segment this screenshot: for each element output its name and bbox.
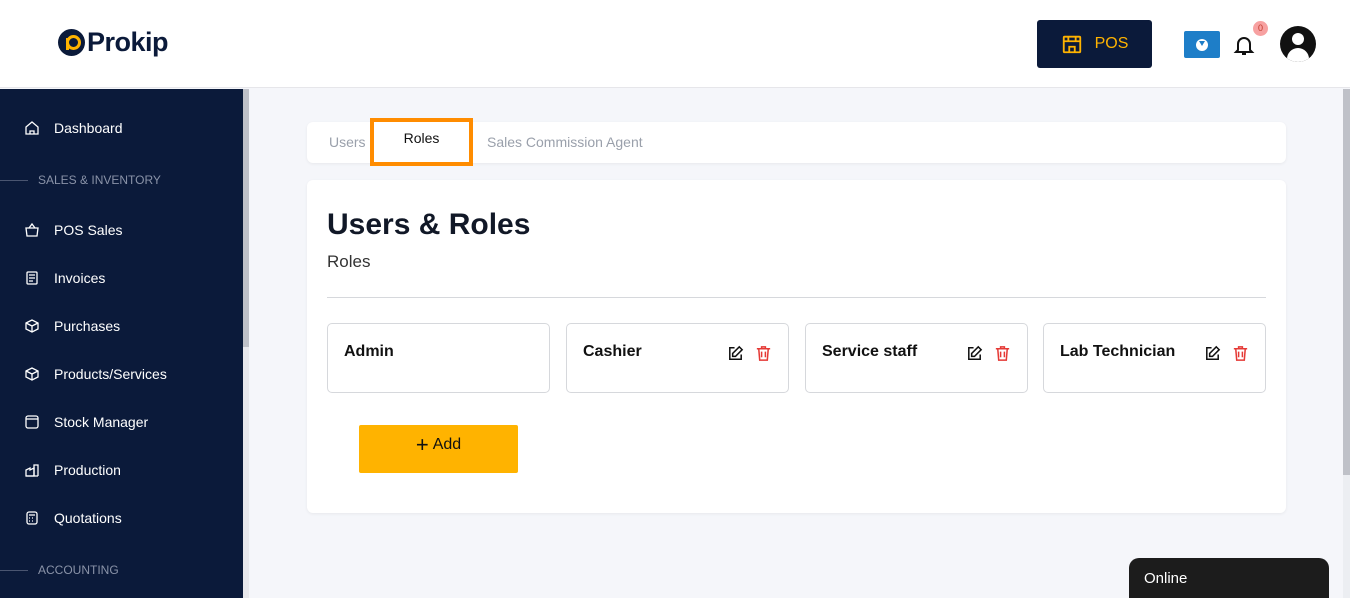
download-icon	[1196, 38, 1208, 51]
user-avatar[interactable]	[1280, 26, 1316, 62]
edit-icon[interactable]	[726, 344, 745, 363]
role-card-admin[interactable]: Admin	[327, 323, 550, 393]
divider	[327, 297, 1266, 298]
edit-icon[interactable]	[1203, 344, 1222, 363]
trash-icon[interactable]	[1231, 344, 1250, 363]
sidebar-item-label: Dashboard	[54, 120, 123, 136]
sidebar-scrollbar[interactable]	[243, 89, 249, 598]
sidebar-item-stock-manager[interactable]: Stock Manager	[24, 414, 148, 430]
sidebar-item-label: Production	[54, 462, 121, 478]
home-icon	[25, 121, 39, 135]
sidebar-item-label: Purchases	[54, 318, 121, 334]
invoice-icon	[26, 271, 38, 285]
trash-icon[interactable]	[754, 344, 773, 363]
notification-badge: 0	[1253, 21, 1268, 36]
tab-bar: Users Roles Sales Commission Agent	[307, 118, 1286, 166]
stock-icon	[25, 415, 39, 429]
sidebar-item-production[interactable]: Production	[24, 462, 121, 478]
role-card-cashier[interactable]: Cashier	[566, 323, 789, 393]
box-plus-icon	[25, 319, 39, 333]
prokip-logo-mark	[58, 29, 85, 56]
sidebar-item-pos-sales[interactable]: POS Sales	[24, 222, 122, 238]
store-icon	[1062, 35, 1081, 54]
sidebar-item-quotations[interactable]: Quotations	[24, 510, 122, 526]
tab-sales-commission-agent[interactable]: Sales Commission Agent	[487, 122, 643, 163]
sidebar: Dashboard SALES & INVENTORY POS Sales In…	[0, 89, 243, 598]
page-scrollbar-thumb[interactable]	[1343, 89, 1350, 475]
roles-panel: Users & Roles Roles Admin Cashier Servic…	[307, 180, 1286, 513]
trash-icon[interactable]	[993, 344, 1012, 363]
section-divider	[0, 569, 28, 571]
add-button-label: Add	[432, 436, 462, 453]
page-subtitle: Roles	[327, 252, 371, 271]
tab-roles[interactable]: Roles	[370, 118, 473, 166]
add-role-button[interactable]: + Add	[359, 425, 518, 473]
edit-icon[interactable]	[965, 344, 984, 363]
chat-status-label: Online	[1144, 570, 1188, 587]
section-accounting: ACCOUNTING	[0, 563, 119, 577]
page-title: Users & Roles	[327, 208, 531, 241]
role-name: Admin	[344, 343, 394, 360]
logo-text: Prokip	[87, 27, 169, 57]
calculator-icon	[26, 511, 38, 525]
role-name: Cashier	[583, 343, 642, 360]
pos-button-label: POS	[1094, 35, 1129, 52]
bell-icon[interactable]	[1232, 33, 1256, 57]
sidebar-item-invoices[interactable]: Invoices	[24, 270, 105, 286]
section-sales-inventory: SALES & INVENTORY	[0, 173, 161, 187]
role-card-lab-technician[interactable]: Lab Technician	[1043, 323, 1266, 393]
sidebar-item-label: Quotations	[54, 510, 122, 526]
role-actions	[726, 344, 773, 363]
download-button[interactable]	[1184, 31, 1220, 58]
page-scrollbar[interactable]	[1343, 89, 1350, 598]
plus-icon: +	[415, 432, 429, 457]
section-label: SALES & INVENTORY	[38, 173, 161, 187]
sidebar-item-label: Invoices	[54, 270, 106, 286]
sidebar-item-label: Stock Manager	[54, 414, 149, 430]
role-actions	[965, 344, 1012, 363]
tab-users[interactable]: Users	[329, 122, 366, 163]
role-actions	[1203, 344, 1250, 363]
cube-icon	[25, 367, 39, 381]
sidebar-item-dashboard[interactable]: Dashboard	[24, 120, 123, 136]
basket-icon	[25, 222, 39, 237]
sidebar-item-label: POS Sales	[54, 222, 123, 238]
prokip-logo[interactable]: Prokip	[58, 27, 169, 58]
chat-status-widget[interactable]: Online	[1129, 558, 1329, 598]
sidebar-item-purchases[interactable]: Purchases	[24, 318, 120, 334]
section-divider	[0, 179, 28, 181]
role-card-service-staff[interactable]: Service staff	[805, 323, 1028, 393]
top-header: Prokip POS 0	[0, 0, 1350, 88]
section-label: ACCOUNTING	[38, 563, 119, 577]
sidebar-item-label: Products/Services	[54, 366, 167, 382]
sidebar-scrollbar-thumb[interactable]	[243, 89, 249, 347]
factory-icon	[25, 464, 39, 477]
sidebar-item-products-services[interactable]: Products/Services	[24, 366, 167, 382]
role-name: Lab Technician	[1060, 343, 1176, 360]
role-name: Service staff	[822, 343, 918, 360]
pos-button[interactable]: POS	[1037, 20, 1152, 68]
